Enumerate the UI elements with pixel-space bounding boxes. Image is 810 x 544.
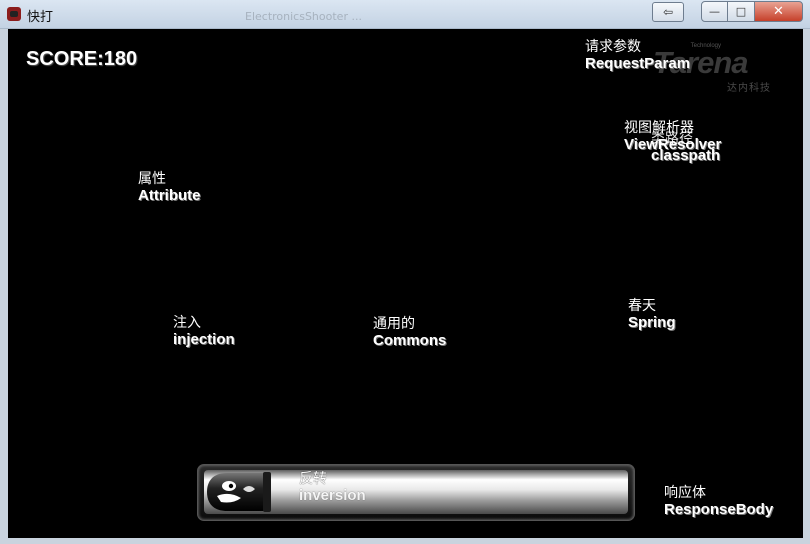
word-english: classpath — [651, 147, 721, 164]
ghost-title-text: ElectronicsShooter ... — [245, 10, 362, 23]
word-english: injection — [173, 331, 235, 348]
word-english: Attribute — [138, 187, 201, 204]
falling-word: 通用的 Commons — [373, 317, 446, 348]
restore-arrow-button[interactable]: ⇦ — [652, 2, 684, 22]
falling-word: 属性 Attribute — [138, 172, 201, 203]
word-chinese: 属性 — [138, 171, 166, 187]
window-title: 快打 — [27, 10, 54, 25]
word-english: Spring — [628, 314, 676, 331]
falling-word: 注入 injection — [173, 316, 235, 347]
title-bar: 快打 ElectronicsShooter ... ⇦ — □ ✕ — [0, 0, 810, 29]
word-chinese: 响应体 — [664, 485, 706, 501]
minimize-button[interactable]: — — [701, 1, 728, 22]
game-canvas[interactable]: SCORE:180 Technology Tarena 达内科技 请求参数 Re… — [8, 29, 803, 538]
word-english: Commons — [373, 332, 447, 349]
typing-input-bar[interactable]: 反转 inversion — [197, 464, 635, 521]
falling-word: 类路径 classpath — [651, 132, 720, 163]
input-bar-track: 反转 inversion — [204, 470, 628, 514]
current-word: 反转 inversion — [299, 472, 366, 503]
current-word-chinese: 反转 — [299, 471, 327, 487]
maximize-button[interactable]: □ — [727, 1, 755, 22]
word-english: ResponseBody — [664, 501, 774, 518]
score-label: SCORE:180 — [26, 48, 138, 70]
word-chinese: 注入 — [173, 315, 201, 331]
word-chinese: 请求参数 — [585, 39, 641, 55]
app-icon — [7, 7, 21, 21]
current-word-english: inversion — [299, 487, 366, 504]
bullet-icon — [207, 472, 271, 512]
close-button[interactable]: ✕ — [754, 1, 803, 22]
falling-word: 请求参数 RequestParam — [585, 40, 690, 71]
falling-word: 春天 Spring — [628, 299, 676, 330]
word-chinese: 通用的 — [373, 316, 415, 332]
word-chinese: 春天 — [628, 298, 656, 314]
falling-word: 响应体 ResponseBody — [664, 486, 773, 517]
word-english: RequestParam — [585, 55, 691, 72]
word-chinese: 类路径 — [651, 131, 693, 147]
logo-subtitle: 达内科技 — [727, 83, 771, 94]
